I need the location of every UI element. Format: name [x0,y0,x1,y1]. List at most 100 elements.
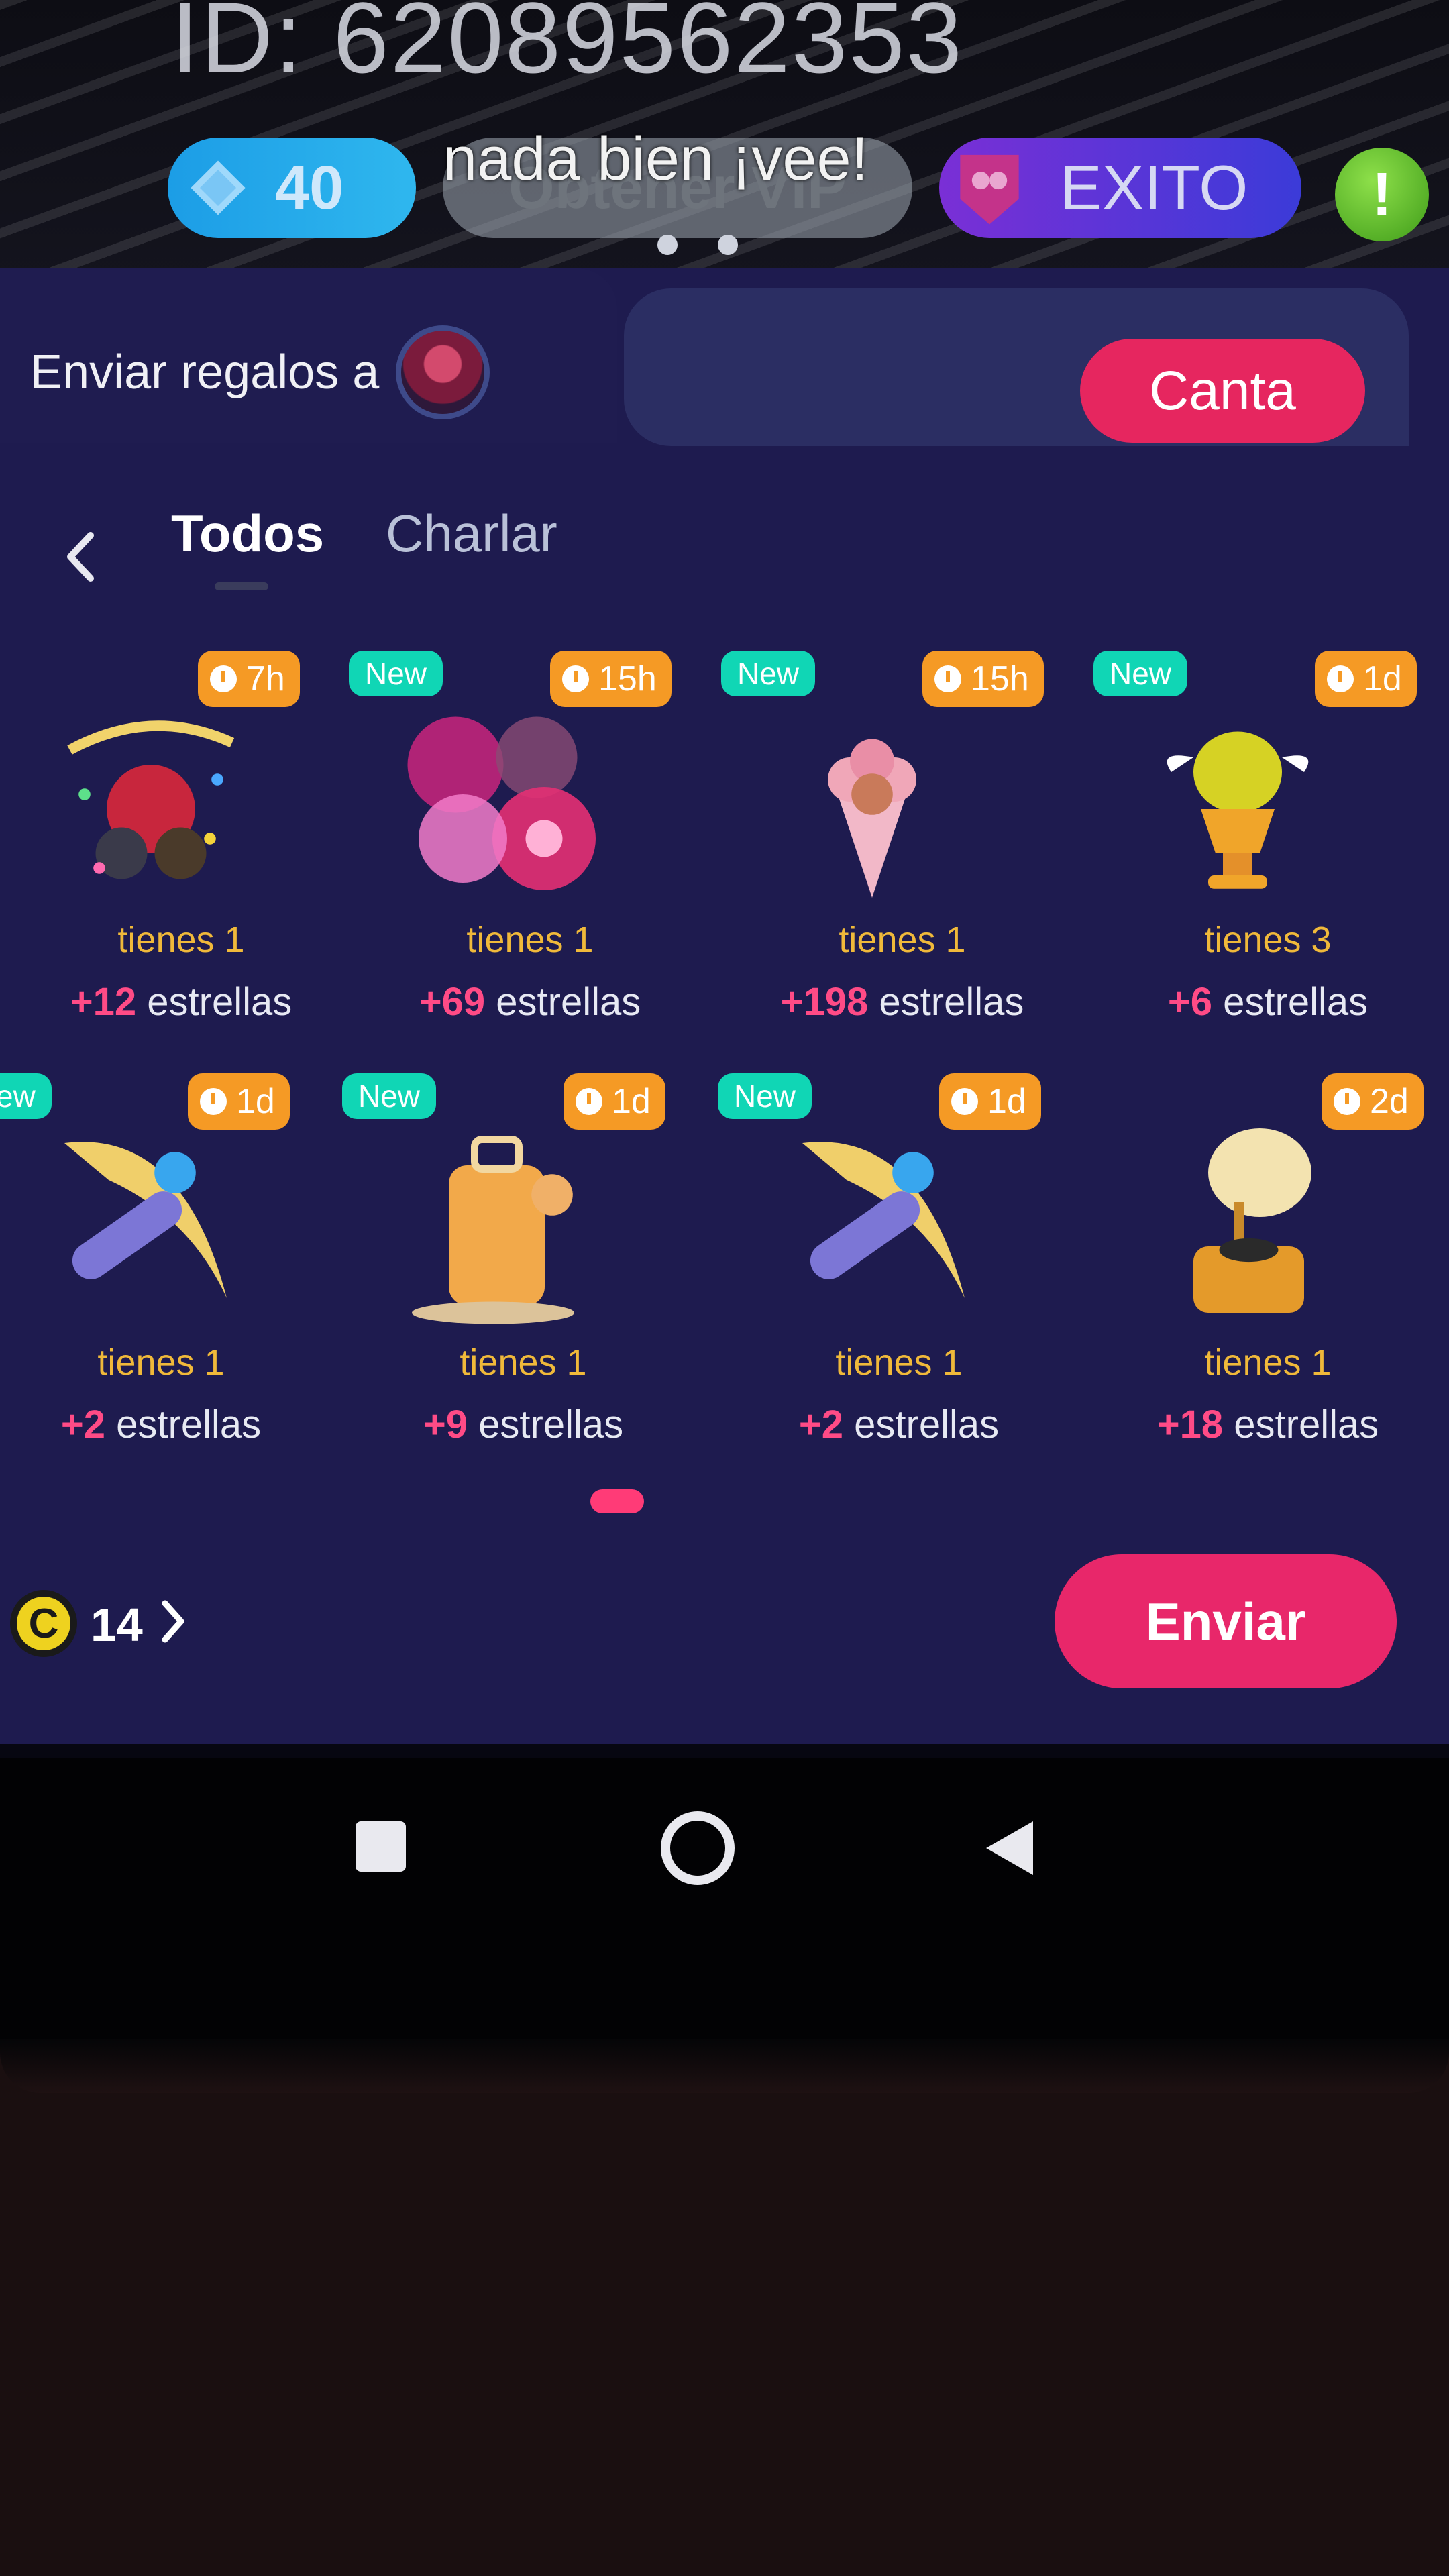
stars-reward: +2 estrellas [0,1402,342,1447]
owned-count: tienes 1 [97,1342,225,1383]
chevron-right-icon[interactable] [160,1598,186,1645]
time-badge-text: 1d [1363,659,1402,698]
gift-item[interactable]: New 1d tienes 1 +9 estrellas [342,1073,704,1503]
stars-reward: +12 estrellas [0,979,362,1024]
new-badge: New [342,1073,437,1119]
stars-label: estrellas [496,980,641,1024]
pickaxe-gift-icon [802,1142,965,1298]
coin-icon: C [10,1590,77,1657]
clock-icon [200,1088,227,1115]
send-to-label: Enviar regalos a [30,345,380,399]
tab-todos[interactable]: Todos [171,503,324,564]
clock-icon [210,665,237,692]
owned-count: tienes 1 [117,920,245,960]
stars-value: +2 [60,1403,106,1446]
time-badge-text: 2d [1370,1082,1409,1121]
stars-reward: +9 estrellas [342,1402,704,1447]
avatar[interactable] [396,325,490,419]
clock-icon [562,665,589,692]
nav-back-icon[interactable] [979,1815,1040,1882]
banner-pager [657,235,738,255]
gift-item[interactable]: New 15h tienes 1 +69 estrellas [349,651,711,1080]
stars-value: +12 [70,980,137,1024]
canta-button[interactable]: Canta [1080,339,1365,443]
fireworks-gift-icon [407,716,596,890]
gift-item[interactable]: New 1d tienes 3 +6 estrellas [1087,651,1449,1080]
overlay-message: nada bien ¡vee! [443,125,869,193]
tab-indicator [215,582,268,590]
time-badge-text: 1d [236,1082,275,1121]
coins-count[interactable]: 14 [91,1598,143,1652]
gift-panel: Enviar regalos a Canta Todos Charlar 7h [0,268,1449,1744]
clock-icon [1327,665,1354,692]
owned-count: tienes 1 [835,1342,963,1383]
page-indicator [590,1489,644,1513]
gift-item[interactable]: New 15h tienes 1 +198 estrellas [721,651,1083,1080]
stars-reward: +18 estrellas [1087,1402,1449,1447]
gramophone-gift-icon [1193,1128,1311,1313]
clock-icon [1334,1088,1360,1115]
phone-screen: ID: 62089562353 40 Obtener VIP nada bien… [0,0,1449,2039]
time-badge-text: 1d [987,1082,1026,1121]
exito-pill[interactable]: EXITO [939,138,1301,238]
stars-reward: +6 estrellas [1087,979,1449,1024]
new-badge: New [1093,651,1188,696]
back-button[interactable] [27,490,134,624]
stars-label: estrellas [854,1403,1000,1446]
stars-value: +18 [1157,1403,1224,1446]
room-background: ID: 62089562353 40 Obtener VIP nada bien… [0,0,1449,288]
stars-value: +9 [423,1403,468,1446]
tab-charlar[interactable]: Charlar [386,503,557,564]
send-button[interactable]: Enviar [1055,1554,1397,1688]
suitcase-gift-icon [412,1136,574,1324]
new-badge: New [349,651,443,696]
trophy-gift-icon [1167,731,1309,889]
party-gift-icon [67,720,235,879]
system-nav-bar [0,1758,1449,2039]
stars-reward: +69 estrellas [349,979,711,1024]
exito-label: EXITO [1060,152,1248,223]
nav-recent-icon[interactable] [356,1821,406,1872]
stars-value: +6 [1167,980,1213,1024]
stars-reward: +198 estrellas [721,979,1083,1024]
stars-label: estrellas [478,1403,624,1446]
time-badge-text: 1d [612,1082,651,1121]
pickaxe-gift-icon [64,1142,227,1298]
owned-count: tienes 1 [839,920,966,960]
clock-icon [934,665,961,692]
new-badge: New [721,651,816,696]
clock-icon [951,1088,978,1115]
owned-count: tienes 1 [1204,1342,1332,1383]
gift-item[interactable]: 7h tienes 1 +12 estrellas [0,651,362,1080]
group-badge-icon [960,154,1019,225]
gift-item[interactable]: New 1d tienes 1 +2 estrellas [718,1073,1080,1503]
stars-label: estrellas [147,980,292,1024]
stars-label: estrellas [879,980,1024,1024]
diamond-icon [191,160,246,215]
back-chevron-icon [67,532,94,582]
nav-home-icon[interactable] [661,1811,735,1885]
stars-value: +69 [419,980,486,1024]
owned-count: tienes 1 [460,1342,587,1383]
room-id: ID: 62089562353 [171,0,964,94]
clock-icon [576,1088,602,1115]
phone-frame [0,2039,1449,2093]
stars-value: +198 [780,980,869,1024]
gems-count: 40 [275,153,344,222]
new-badge: ew [0,1073,52,1119]
stars-label: estrellas [1223,980,1368,1024]
gems-pill[interactable]: 40 [168,138,416,238]
stars-value: +2 [798,1403,844,1446]
stars-reward: +2 estrellas [718,1402,1080,1447]
gift-item[interactable]: 2d tienes 1 +18 estrellas [1087,1073,1449,1503]
bouquet-gift-icon [828,739,916,898]
gift-tabs: Todos Charlar [0,490,1449,610]
owned-count: tienes 1 [466,920,594,960]
stars-label: estrellas [116,1403,262,1446]
gift-item[interactable]: ew 1d tienes 1 +2 estrellas [0,1073,342,1503]
alert-badge[interactable]: ! [1335,148,1429,241]
new-badge: New [718,1073,812,1119]
owned-count: tienes 3 [1204,920,1332,960]
send-to-row[interactable]: Enviar regalos a [30,325,490,419]
stars-label: estrellas [1234,1403,1379,1446]
